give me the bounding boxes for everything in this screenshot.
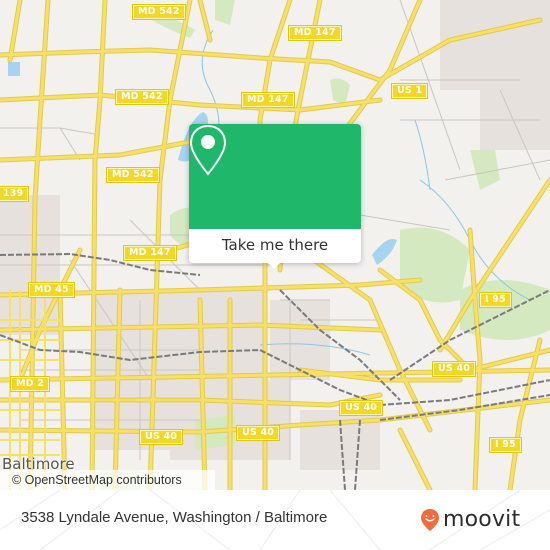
route-shield: US 1 — [390, 83, 429, 99]
take-me-there-button[interactable]: Take me there — [189, 229, 361, 263]
moovit-wordmark: moovit — [443, 507, 521, 532]
moovit-logo: moovit — [420, 507, 520, 533]
address-text: 3538 Lyndale Avenue, Washington / Baltim… — [21, 509, 328, 526]
popup-header — [189, 124, 361, 229]
footer-bar: 3538 Lyndale Avenue, Washington / Baltim… — [0, 490, 550, 550]
moovit-smiley-pin-icon — [421, 509, 439, 531]
route-shield: MD 147 — [288, 25, 342, 41]
osm-attribution-link[interactable]: © OpenStreetMap contributors — [0, 470, 215, 490]
location-pin-icon — [189, 124, 227, 176]
route-shield: US 40 — [338, 400, 384, 416]
route-shield: MD 542 — [132, 4, 186, 20]
route-shield: MD 542 — [106, 167, 160, 183]
popup-pointer — [267, 262, 281, 269]
route-shield: 139 — [0, 186, 30, 202]
route-shield: MD 542 — [115, 89, 169, 105]
route-shield: US 40 — [431, 361, 477, 377]
route-shield: I 95 — [489, 437, 522, 453]
route-shield: MD 2 — [9, 376, 51, 392]
route-shield: I 95 — [479, 292, 512, 308]
map-view[interactable]: MD 542 MD 147 MD 542 MD 147 US 1 MD 542 … — [0, 0, 550, 490]
route-shield: MD 147 — [241, 92, 295, 108]
route-shield: US 40 — [235, 425, 281, 441]
route-shield: MD 45 — [28, 282, 75, 298]
location-popup: Take me there — [189, 124, 361, 269]
route-shield: US 40 — [138, 429, 184, 445]
route-shield: MD 147 — [123, 245, 177, 261]
